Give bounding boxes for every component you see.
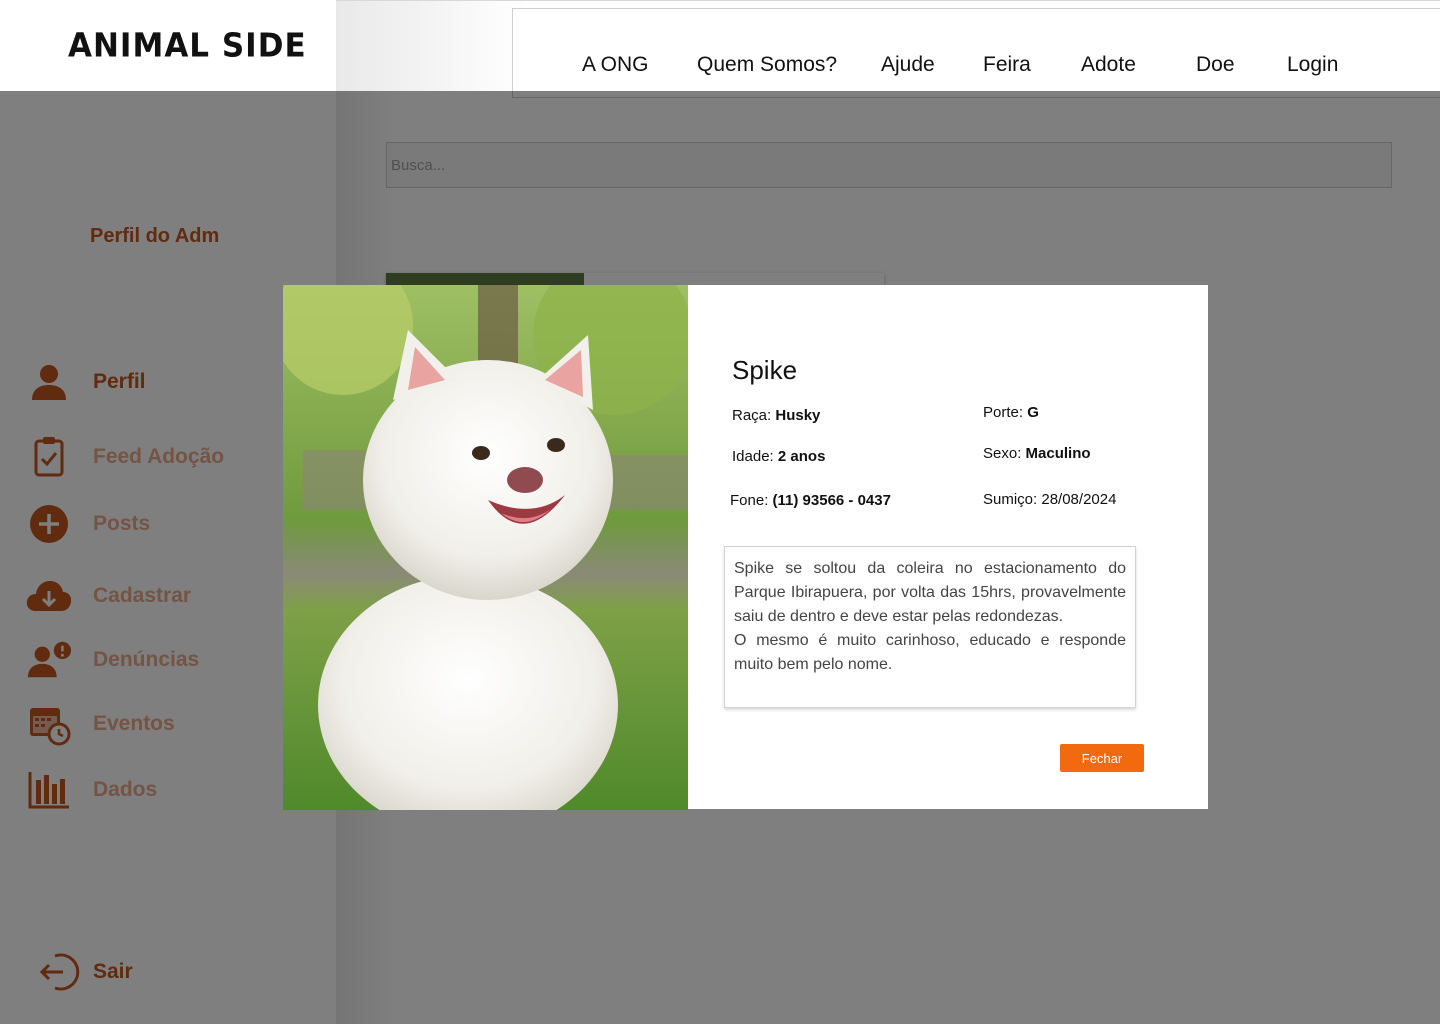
missing-date-label: Sumiço: xyxy=(983,491,1038,508)
top-nav: A ONG Quem Somos? Ajude Feira Adote Doe … xyxy=(512,8,1440,98)
sex-value: Maculino xyxy=(1025,445,1091,462)
pet-detail-modal: Spike Raça: Husky Idade: 2 anos Fone: (1… xyxy=(283,285,1208,810)
nav-link-quem-somos[interactable]: Quem Somos? xyxy=(697,53,837,77)
nav-link-doe[interactable]: Doe xyxy=(1196,53,1235,77)
description-paragraph: Spike se soltou da coleira no estacionam… xyxy=(734,560,1126,625)
logo: ANIMAL SIDE xyxy=(68,27,307,65)
nav-link-login[interactable]: Login xyxy=(1287,53,1338,77)
breed-value: Husky xyxy=(775,407,821,424)
header-fade xyxy=(336,0,526,91)
size-value: G xyxy=(1027,404,1039,421)
pet-missing-date: Sumiço: 28/08/2024 xyxy=(983,491,1116,508)
nav-link-a-ong[interactable]: A ONG xyxy=(582,53,649,77)
sex-label: Sexo: xyxy=(983,445,1022,462)
header-divider xyxy=(336,0,1440,1)
pet-name: Spike xyxy=(732,355,798,385)
pet-photo xyxy=(283,285,688,810)
pet-description: Spike se soltou da coleira no estacionam… xyxy=(724,546,1136,708)
pet-phone: Fone: (11) 93566 - 0437 xyxy=(730,492,891,509)
pet-sex: Sexo: Maculino xyxy=(983,445,1091,462)
description-paragraph: O mesmo é muito carinhoso, educado e res… xyxy=(734,632,1126,673)
size-label: Porte: xyxy=(983,404,1024,421)
missing-date-value: 28/08/2024 xyxy=(1041,491,1117,508)
nav-link-ajude[interactable]: Ajude xyxy=(881,53,935,77)
pet-size: Porte: G xyxy=(983,404,1039,421)
close-button[interactable]: Fechar xyxy=(1060,744,1144,772)
nav-link-feira[interactable]: Feira xyxy=(983,53,1031,77)
age-label: Idade: xyxy=(732,448,774,465)
breed-label: Raça: xyxy=(732,407,772,424)
pet-breed: Raça: Husky xyxy=(732,407,820,424)
pet-age: Idade: 2 anos xyxy=(732,448,825,465)
phone-label: Fone: xyxy=(730,492,769,509)
age-value: 2 anos xyxy=(777,448,826,465)
phone-value: (11) 93566 - 0437 xyxy=(772,492,891,509)
nav-link-adote[interactable]: Adote xyxy=(1081,53,1136,77)
